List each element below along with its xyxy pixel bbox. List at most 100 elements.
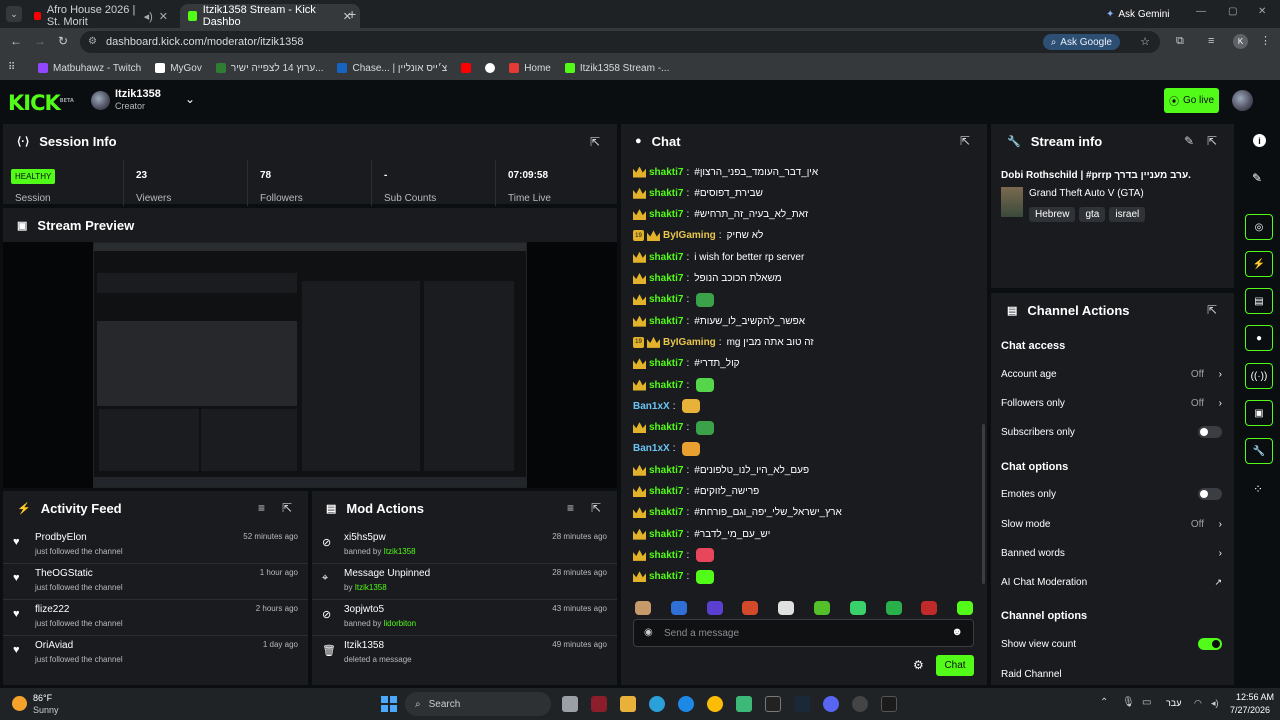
- chat-username[interactable]: shakti7: [649, 252, 683, 263]
- microphone-icon[interactable]: 🎙: [1122, 697, 1135, 708]
- chat-username[interactable]: shakti7: [649, 550, 683, 561]
- chat-username[interactable]: shakti7: [649, 273, 683, 284]
- chevron-down-icon[interactable]: ⌄: [185, 92, 195, 106]
- tag[interactable]: gta: [1079, 207, 1106, 222]
- app-icon[interactable]: [881, 696, 897, 712]
- filter-icon[interactable]: ≡: [567, 501, 574, 515]
- chat-username[interactable]: ByIGaming: [663, 230, 716, 241]
- followers-only-row[interactable]: Followers only Off ›: [1001, 393, 1224, 413]
- chat-username[interactable]: shakti7: [649, 571, 683, 582]
- activity-name[interactable]: ProdbyElon: [35, 532, 87, 543]
- rail-broadcast-button[interactable]: ((·)): [1245, 363, 1273, 389]
- subscribers-only-toggle[interactable]: [1198, 426, 1222, 438]
- chat-username[interactable]: shakti7: [649, 316, 683, 327]
- rail-channel-actions-button[interactable]: ▣: [1245, 400, 1273, 426]
- mod-action-by[interactable]: lidorbiton: [384, 619, 416, 628]
- chat-username[interactable]: shakti7: [649, 167, 683, 178]
- apps-icon[interactable]: ⠿: [8, 62, 15, 73]
- popout-icon[interactable]: ⇱: [960, 134, 970, 148]
- ask-google-button[interactable]: ⌕ Ask Google: [1042, 34, 1120, 50]
- app-icon[interactable]: [591, 696, 607, 712]
- reading-list-icon[interactable]: ≡: [1208, 35, 1214, 47]
- windows-start-icon[interactable]: [381, 696, 397, 712]
- chat-emote-icon[interactable]: [696, 378, 715, 392]
- profile-avatar[interactable]: K: [1233, 34, 1248, 49]
- rail-bolt-button[interactable]: ⚡: [1245, 251, 1273, 277]
- chat-emote-icon[interactable]: [696, 548, 715, 563]
- app-icon[interactable]: [736, 696, 752, 712]
- mod-action-target[interactable]: xi5hs5pw: [344, 532, 386, 543]
- chat-input[interactable]: ◉ Send a message ☻: [633, 619, 974, 647]
- raid-channel-row[interactable]: Raid Channel: [1001, 664, 1224, 684]
- tab-kick-dashboard[interactable]: Itzik1358 Stream - Kick Dashbo ✕: [180, 4, 360, 28]
- quick-emote-icon[interactable]: [814, 601, 830, 615]
- rail-camera-button[interactable]: ◎: [1245, 214, 1273, 240]
- ai-moderation-row[interactable]: AI Chat Moderation ↗: [1001, 572, 1224, 592]
- quick-emote-icon[interactable]: [957, 601, 974, 615]
- category-thumbnail[interactable]: [1001, 187, 1023, 217]
- tab-youtube[interactable]: Afro House 2026 | St. Morit ◂) ✕: [26, 4, 176, 28]
- tag[interactable]: Hebrew: [1029, 207, 1076, 222]
- close-icon[interactable]: ✕: [159, 10, 168, 23]
- chat-scrollbar[interactable]: [982, 424, 985, 584]
- reload-icon[interactable]: ↻: [58, 34, 68, 48]
- forward-icon[interactable]: →: [34, 34, 46, 48]
- filter-icon[interactable]: ≡: [258, 501, 265, 515]
- go-live-button[interactable]: ⦿ Go live: [1164, 88, 1219, 113]
- user-avatar[interactable]: [1232, 90, 1253, 111]
- activity-name[interactable]: OriAviad: [35, 640, 73, 651]
- quick-emote-icon[interactable]: [778, 601, 795, 615]
- minimize-icon[interactable]: —: [1196, 6, 1206, 17]
- account-age-row[interactable]: Account age Off ›: [1001, 364, 1224, 384]
- emotes-only-toggle[interactable]: [1198, 488, 1222, 500]
- chat-username[interactable]: shakti7: [649, 422, 683, 433]
- input-language[interactable]: עבר: [1166, 698, 1181, 708]
- mod-action-by[interactable]: Itzik1358: [384, 547, 416, 556]
- popout-icon[interactable]: ⇱: [1207, 303, 1217, 317]
- chat-username[interactable]: Ban1xX: [633, 443, 670, 454]
- mod-action-target[interactable]: 3opjwto5: [344, 604, 384, 615]
- audio-icon[interactable]: ◂): [144, 10, 153, 23]
- file-explorer-icon[interactable]: [620, 696, 636, 712]
- banned-words-row[interactable]: Banned words ›: [1001, 543, 1224, 563]
- site-info-icon[interactable]: ⚙: [88, 36, 97, 47]
- chat-username[interactable]: ByIGaming: [663, 337, 716, 348]
- edit-pencil-icon[interactable]: ✎: [1184, 134, 1194, 148]
- window-close-icon[interactable]: ✕: [1258, 6, 1266, 17]
- chat-emote-icon[interactable]: [682, 441, 701, 456]
- popout-icon[interactable]: ⇱: [591, 501, 601, 515]
- taskbar-search[interactable]: ⌕ Search: [405, 692, 551, 716]
- quick-emote-icon[interactable]: [742, 601, 759, 615]
- chat-username[interactable]: Ban1xX: [633, 401, 670, 412]
- bookmark-chase[interactable]: Chase... | צ׳ייס אונליין: [337, 63, 447, 74]
- app-icon[interactable]: [765, 696, 781, 712]
- rail-wrench-button[interactable]: 🔧: [1245, 438, 1273, 464]
- bookmark-mygov[interactable]: MyGov: [155, 63, 202, 74]
- chat-username[interactable]: shakti7: [649, 529, 683, 540]
- chrome-icon[interactable]: [707, 696, 723, 712]
- url-field[interactable]: ⚙ dashboard.kick.com/moderator/itzik1358…: [80, 31, 1160, 53]
- extensions-icon[interactable]: ⧉: [1176, 35, 1184, 48]
- chat-username[interactable]: shakti7: [649, 486, 683, 497]
- chat-emote-icon[interactable]: [696, 292, 715, 307]
- chat-username[interactable]: shakti7: [649, 507, 683, 518]
- activity-name[interactable]: TheOGStatic: [35, 568, 93, 579]
- popout-icon[interactable]: ⇱: [282, 501, 292, 515]
- clock-date[interactable]: 7/27/2026: [1230, 705, 1270, 715]
- steam-icon[interactable]: [794, 696, 810, 712]
- obs-icon[interactable]: [852, 696, 868, 712]
- tag[interactable]: israel: [1109, 207, 1146, 222]
- quick-emote-icon[interactable]: [885, 601, 902, 615]
- discord-icon[interactable]: [823, 696, 839, 712]
- network-icon[interactable]: ◠: [1194, 698, 1202, 709]
- weather-sun-icon[interactable]: [12, 696, 27, 711]
- bookmark-kick[interactable]: Itzik1358 Stream -...: [564, 63, 669, 74]
- bookmark-twitch[interactable]: Matbuhawz - Twitch: [38, 63, 141, 74]
- ask-gemini-button[interactable]: ✦ Ask Gemini: [1106, 6, 1170, 22]
- show-view-count-toggle[interactable]: [1198, 638, 1222, 650]
- kick-logo[interactable]: KICKBETA: [8, 91, 74, 115]
- slow-mode-row[interactable]: Slow mode Off ›: [1001, 514, 1224, 534]
- back-icon[interactable]: ←: [10, 34, 22, 48]
- chat-username[interactable]: shakti7: [649, 465, 683, 476]
- stream-video[interactable]: [93, 242, 527, 488]
